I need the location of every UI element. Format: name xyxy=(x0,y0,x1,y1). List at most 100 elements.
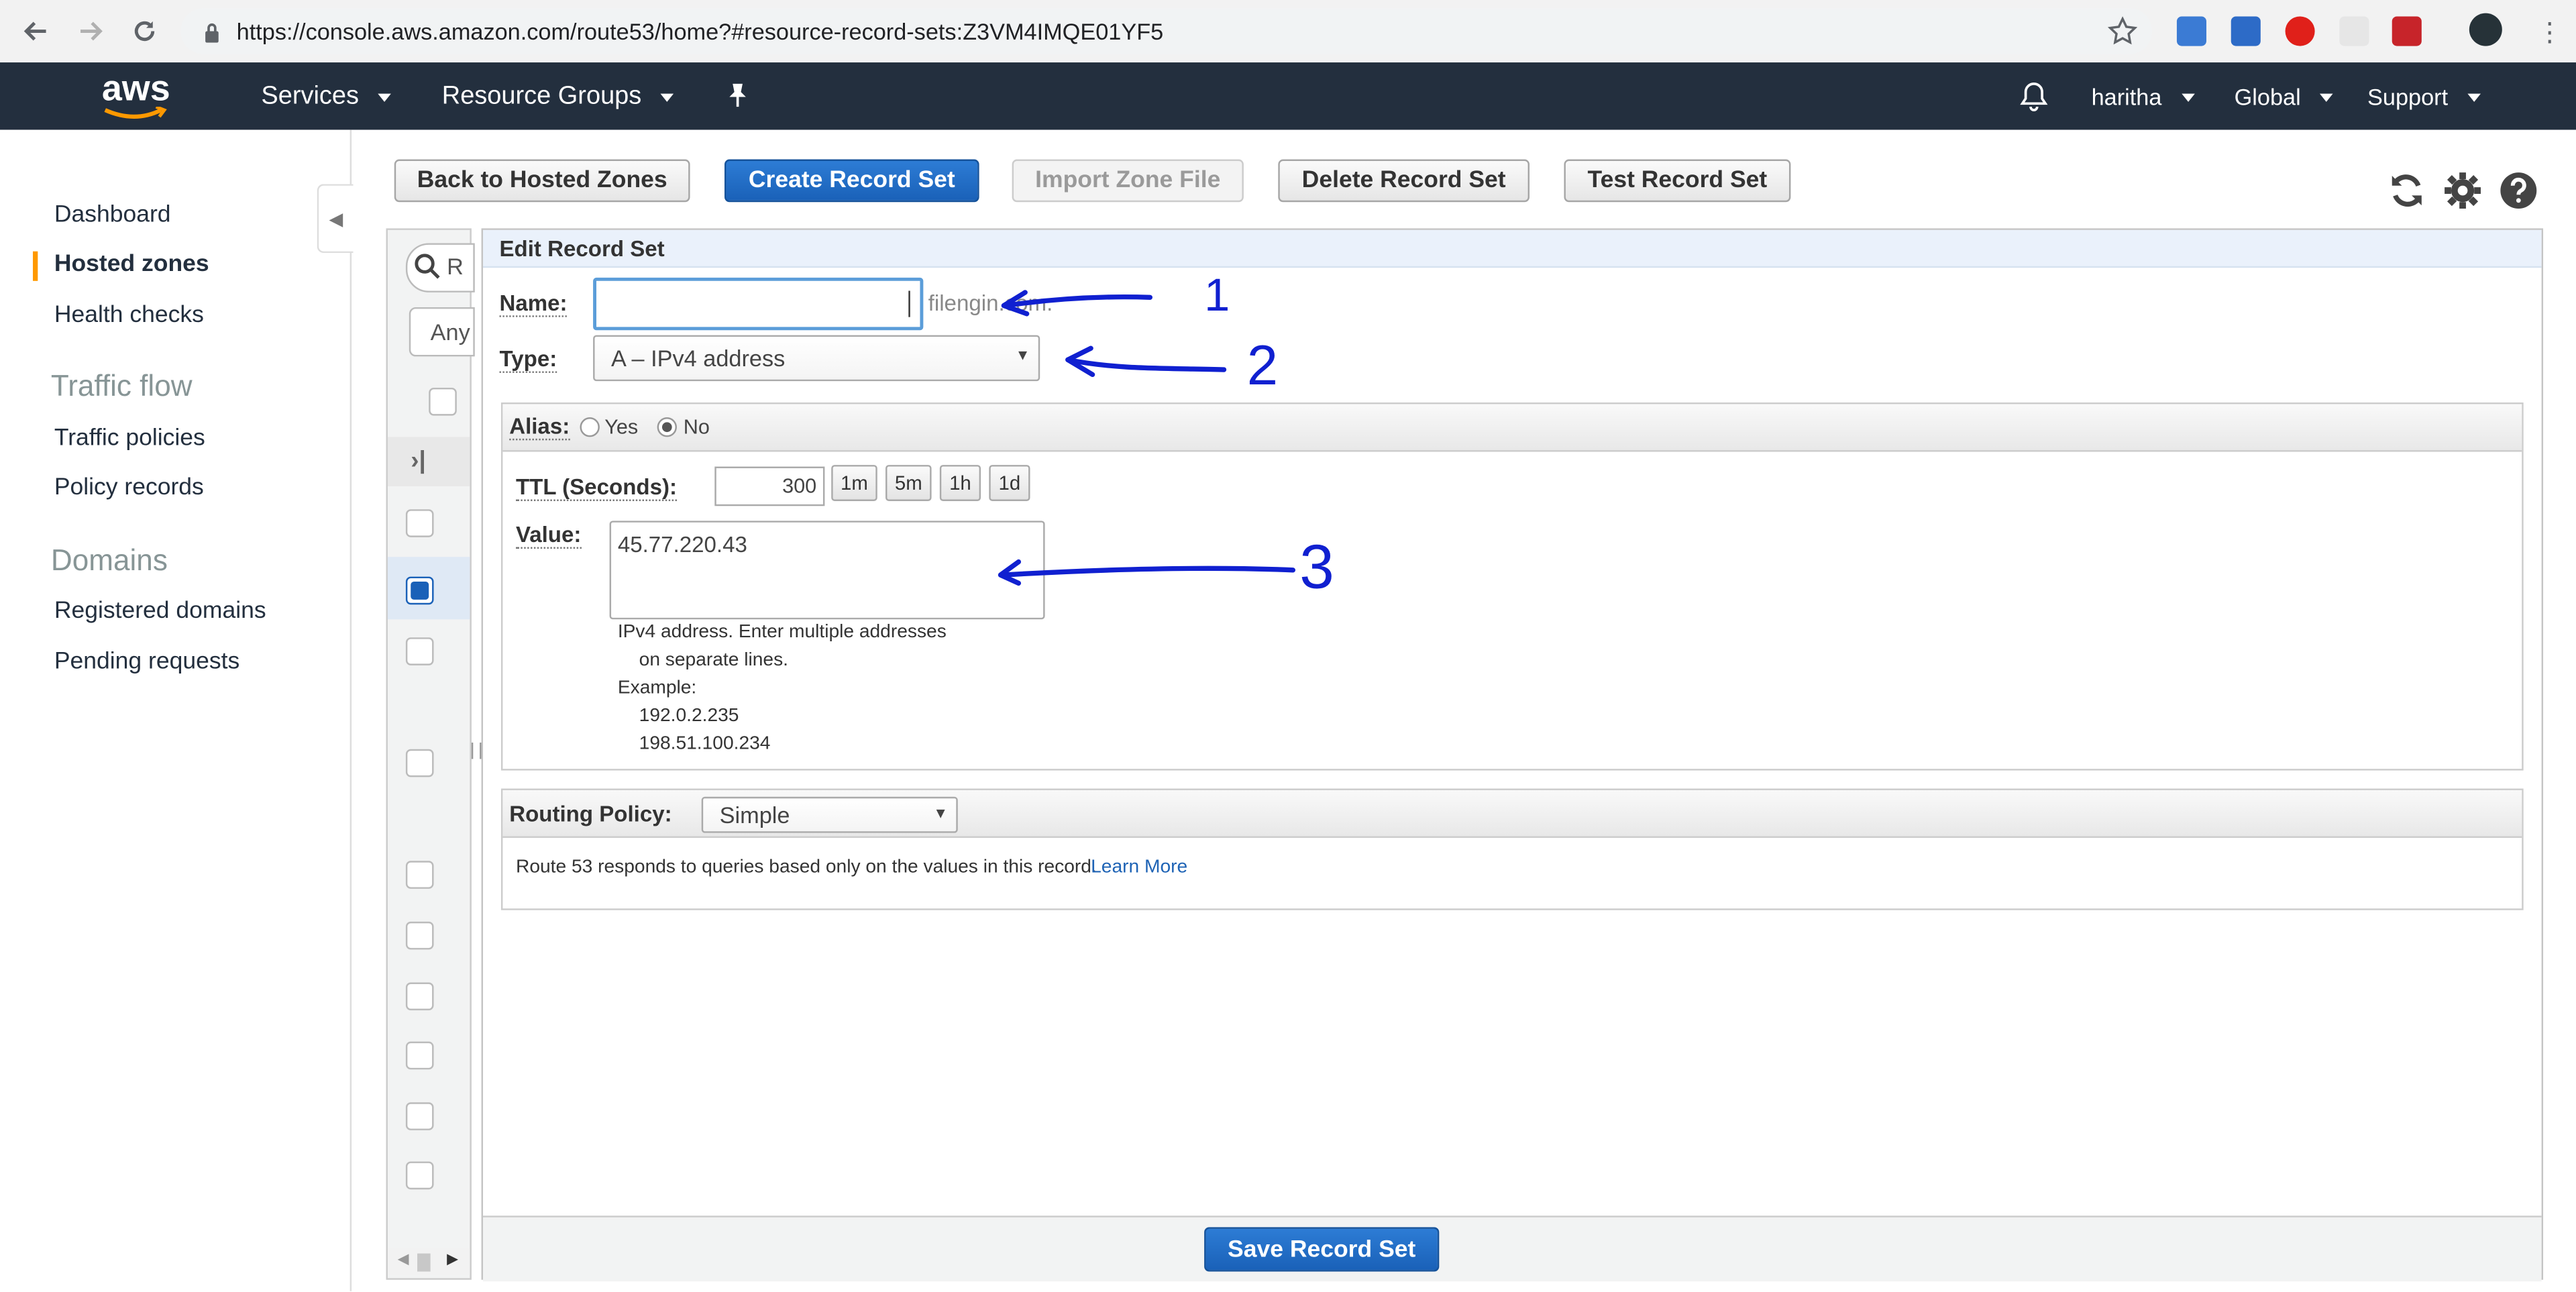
routing-policy-value: Simple xyxy=(719,802,790,828)
chevron-down-icon: ▼ xyxy=(933,805,949,822)
extension-icon-3[interactable] xyxy=(2339,16,2369,46)
extension-icon-2[interactable] xyxy=(2231,16,2261,46)
profile-avatar[interactable] xyxy=(2469,13,2502,46)
gear-icon[interactable] xyxy=(2443,171,2483,211)
panel-footer: Save Record Set xyxy=(483,1216,2542,1282)
region-label: Global xyxy=(2234,83,2301,111)
help-line: on separate lines. xyxy=(639,650,789,671)
sidebar-item-dashboard[interactable]: Dashboard xyxy=(54,202,171,228)
ttl-input[interactable]: 300 xyxy=(714,466,825,506)
chevron-down-icon: ▼ xyxy=(1015,346,1030,364)
row-checkbox[interactable] xyxy=(405,749,434,777)
alias-no-label: No xyxy=(683,415,710,439)
address-bar[interactable]: https://console.aws.amazon.com/route53/h… xyxy=(180,8,2153,54)
delete-record-set-button[interactable]: Delete Record Set xyxy=(1278,159,1530,203)
filter-value: Any xyxy=(430,319,470,345)
sidebar-item-pending-requests[interactable]: Pending requests xyxy=(54,649,239,675)
help-line: Example: xyxy=(617,678,697,698)
test-record-set-button[interactable]: Test Record Set xyxy=(1564,159,1791,203)
pin-icon[interactable] xyxy=(726,82,749,116)
row-checkbox[interactable] xyxy=(405,921,434,950)
name-input[interactable] xyxy=(593,277,924,331)
resource-groups-menu[interactable]: Resource Groups xyxy=(442,82,675,111)
bell-icon[interactable] xyxy=(2019,80,2049,120)
type-label: Type: xyxy=(499,347,557,373)
panel-header: Edit Record Set xyxy=(483,229,2542,268)
list-header: ›| xyxy=(387,437,470,486)
scroll-thumb[interactable] xyxy=(417,1253,431,1272)
value-textarea[interactable]: 45.77.220.43 xyxy=(609,521,1045,620)
support-label: Support xyxy=(2367,83,2449,111)
record-search-input[interactable]: R xyxy=(405,243,475,292)
row-checkbox[interactable] xyxy=(405,509,434,537)
type-value: A – IPv4 address xyxy=(611,345,786,372)
learn-more-link[interactable]: Learn More xyxy=(1091,857,1187,877)
create-record-set-button[interactable]: Create Record Set xyxy=(724,159,979,203)
menu-dots-icon[interactable]: ⋮ xyxy=(2536,16,2563,49)
collapse-right-icon[interactable]: ›| xyxy=(411,447,426,475)
region-menu[interactable]: Global xyxy=(2235,84,2334,110)
selected-row[interactable] xyxy=(387,557,470,620)
select-all-checkbox[interactable] xyxy=(429,387,457,416)
help-icon[interactable] xyxy=(2499,171,2538,211)
row-checkbox[interactable] xyxy=(405,637,434,665)
alias-no-radio[interactable] xyxy=(657,417,677,437)
active-indicator xyxy=(32,251,38,281)
star-icon[interactable] xyxy=(2107,16,2138,54)
forward-arrow-icon[interactable] xyxy=(70,11,110,51)
sidebar-item-policy-records[interactable]: Policy records xyxy=(54,475,204,501)
alias-yes-radio[interactable] xyxy=(580,417,600,437)
routing-policy-label: Routing Policy: xyxy=(509,802,672,826)
adblock-icon[interactable] xyxy=(2285,16,2315,46)
horizontal-scrollbar[interactable]: ◀ ▶ xyxy=(387,1248,470,1275)
user-menu[interactable]: haritha xyxy=(2092,84,2195,110)
row-checkbox[interactable] xyxy=(405,1102,434,1130)
ttl-1d-button[interactable]: 1d xyxy=(989,465,1030,501)
ttl-1m-button[interactable]: 1m xyxy=(831,465,877,501)
chevron-left-icon: ◀ xyxy=(329,209,343,229)
extension-icon-1[interactable] xyxy=(2176,16,2207,46)
routing-row: Routing Policy: Simple ▼ xyxy=(502,790,2522,838)
help-line: 192.0.2.235 xyxy=(639,706,739,726)
resize-handle[interactable] xyxy=(471,742,482,759)
ttl-value: 300 xyxy=(782,474,817,498)
record-type-filter[interactable]: Any xyxy=(409,307,475,357)
text-cursor xyxy=(908,290,910,317)
aws-logo[interactable]: aws xyxy=(102,70,170,121)
routing-policy-section: Routing Policy: Simple ▼ Route 53 respon… xyxy=(500,788,2524,910)
reload-icon[interactable] xyxy=(125,11,164,51)
back-to-hosted-zones-button[interactable]: Back to Hosted Zones xyxy=(394,159,690,203)
aws-top-nav: aws Services Resource Groups haritha Glo… xyxy=(0,62,2576,130)
row-checkbox[interactable] xyxy=(405,1161,434,1190)
routing-policy-select[interactable]: Simple ▼ xyxy=(701,796,958,833)
sidebar-item-hosted-zones[interactable]: Hosted zones xyxy=(54,252,209,278)
row-checkbox[interactable] xyxy=(405,982,434,1011)
domain-suffix: filengin.com. xyxy=(928,290,1053,316)
import-zone-file-button[interactable]: Import Zone File xyxy=(1012,159,1244,203)
save-record-set-button[interactable]: Save Record Set xyxy=(1204,1227,1440,1272)
sidebar-item-registered-domains[interactable]: Registered domains xyxy=(54,598,266,624)
url-text: https://console.aws.amazon.com/route53/h… xyxy=(236,17,1164,45)
back-arrow-icon[interactable] xyxy=(16,11,56,51)
scroll-left-icon[interactable]: ◀ xyxy=(398,1250,409,1269)
chevron-down-icon xyxy=(661,93,675,101)
support-menu[interactable]: Support xyxy=(2367,84,2481,110)
sidebar-item-health-checks[interactable]: Health checks xyxy=(54,303,204,329)
row-checkbox[interactable] xyxy=(405,861,434,889)
left-sidebar: Dashboard Hosted zones Health checks Tra… xyxy=(0,129,352,1291)
extension-icon-4[interactable] xyxy=(2392,16,2422,46)
sidebar-item-traffic-policies[interactable]: Traffic policies xyxy=(54,425,205,451)
services-menu[interactable]: Services xyxy=(261,82,392,111)
ttl-1h-button[interactable]: 1h xyxy=(939,465,981,501)
value-text: 45.77.220.43 xyxy=(617,532,747,557)
sidebar-collapse-button[interactable]: ◀ xyxy=(317,184,354,254)
ttl-5m-button[interactable]: 5m xyxy=(885,465,932,501)
row-checkbox[interactable] xyxy=(405,1041,434,1070)
chevron-down-icon xyxy=(378,93,392,101)
value-label: Value: xyxy=(515,523,582,549)
type-select[interactable]: A – IPv4 address ▼ xyxy=(593,335,1040,382)
refresh-icon[interactable] xyxy=(2387,171,2426,211)
panel-title: Edit Record Set xyxy=(499,236,665,262)
alias-value-section: Alias: Yes No TTL (Seconds): 300 1m 5m 1… xyxy=(500,402,2524,771)
scroll-right-icon[interactable]: ▶ xyxy=(447,1250,458,1269)
